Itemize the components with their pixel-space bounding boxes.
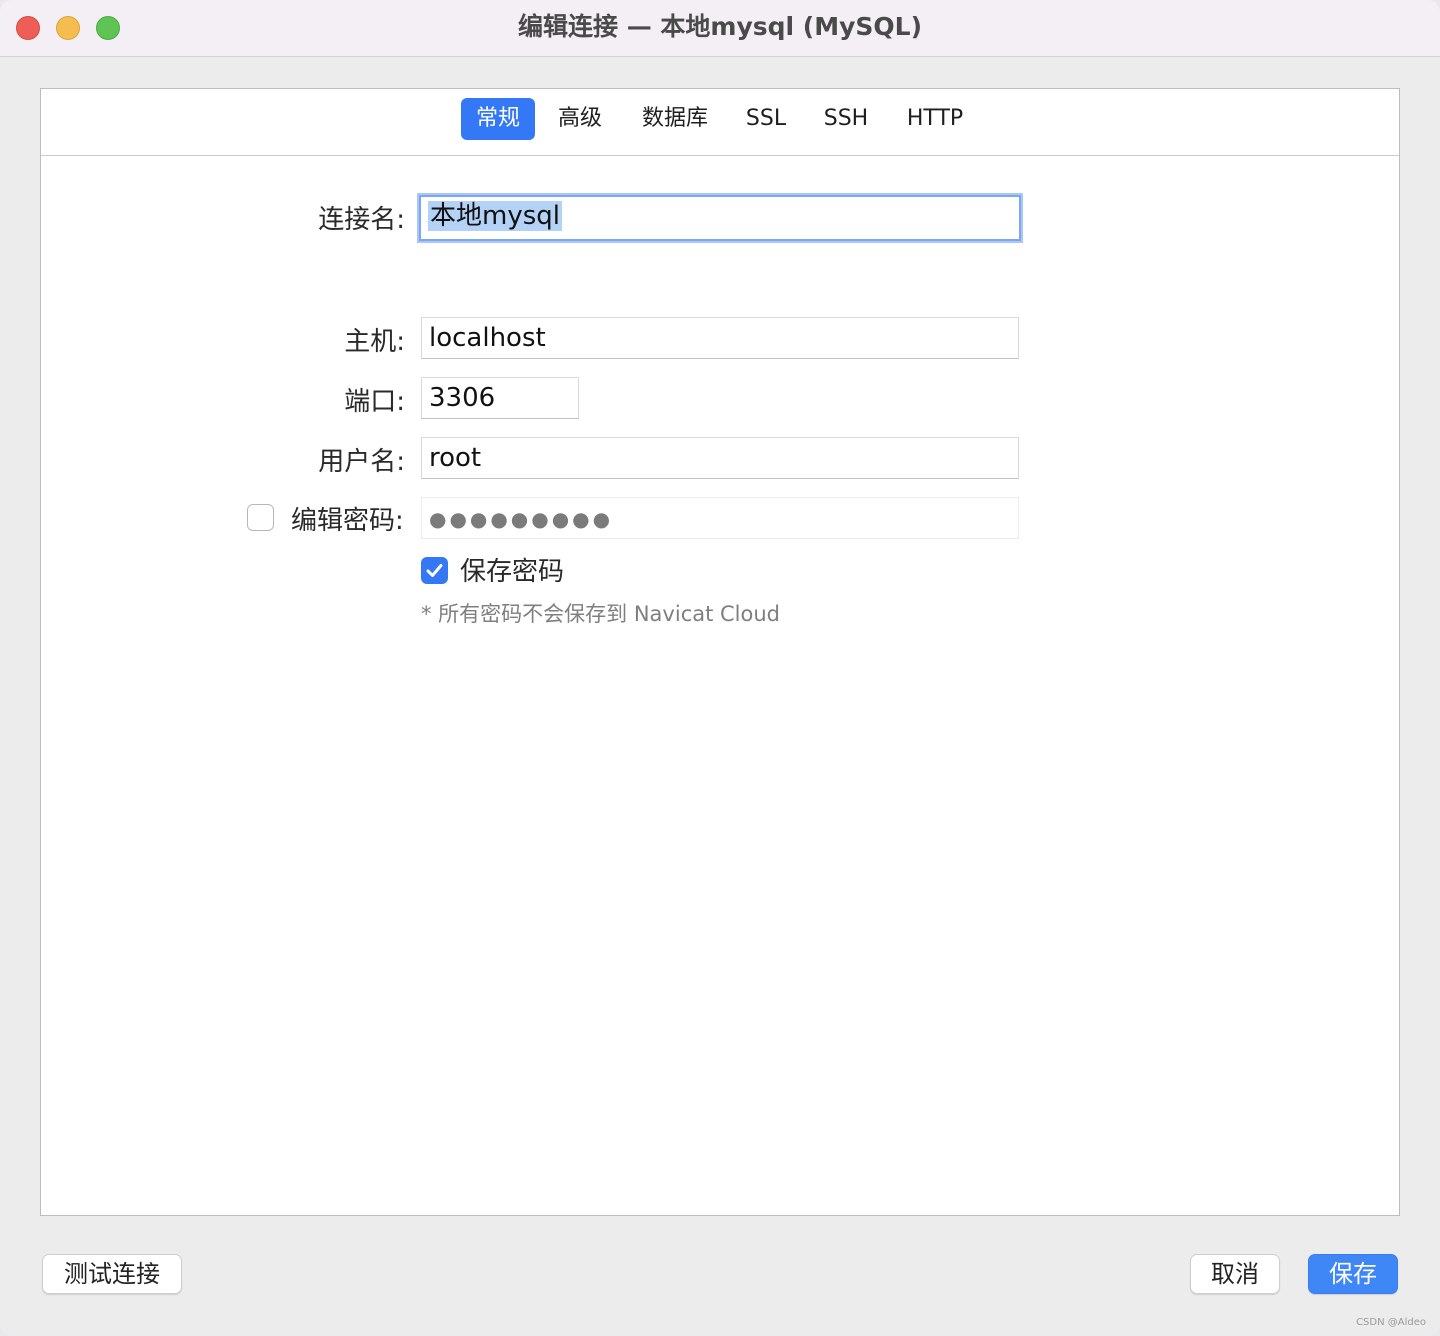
host-label: 主机: xyxy=(241,325,405,359)
save-password-label: 保存密码 xyxy=(460,555,564,589)
tab-database[interactable]: 数据库 xyxy=(629,98,721,140)
connection-name-label: 连接名: xyxy=(241,203,405,237)
test-connection-button[interactable]: 测试连接 xyxy=(42,1254,182,1294)
tab-bar: 常规 高级 数据库 SSL SSH HTTP xyxy=(41,89,1399,156)
host-input[interactable]: localhost xyxy=(421,317,1019,359)
edit-connection-window: 编辑连接 — 本地mysql (MySQL) 常规 高级 数据库 SSL SSH… xyxy=(0,0,1440,1336)
connection-name-value: 本地mysql xyxy=(428,201,562,231)
window-title: 编辑连接 — 本地mysql (MySQL) xyxy=(0,10,1440,44)
password-mask: ●●●●●●●●● xyxy=(429,507,613,531)
edit-password-checkbox[interactable] xyxy=(247,504,274,531)
tab-http[interactable]: HTTP xyxy=(893,98,977,140)
edit-password-label: 编辑密码: xyxy=(291,504,409,538)
password-input[interactable]: ●●●●●●●●● xyxy=(421,497,1019,539)
connection-name-input[interactable]: 本地mysql xyxy=(419,195,1021,241)
settings-panel: 常规 高级 数据库 SSL SSH HTTP 连接名: 本地mysql 主机: … xyxy=(40,88,1400,1216)
watermark: CSDN @Aldeo xyxy=(1356,1317,1426,1328)
port-input[interactable]: 3306 xyxy=(421,377,579,419)
cancel-button[interactable]: 取消 xyxy=(1190,1254,1280,1294)
save-button[interactable]: 保存 xyxy=(1308,1254,1398,1294)
port-label: 端口: xyxy=(241,385,405,419)
checkmark-icon xyxy=(424,560,445,581)
cloud-password-note: * 所有密码不会保存到 Navicat Cloud xyxy=(421,600,780,628)
username-input[interactable]: root xyxy=(421,437,1019,479)
tab-general[interactable]: 常规 xyxy=(461,98,535,140)
tab-ssl[interactable]: SSL xyxy=(733,98,799,140)
title-bar: 编辑连接 — 本地mysql (MySQL) xyxy=(0,0,1440,57)
tab-advanced[interactable]: 高级 xyxy=(543,98,617,140)
save-password-checkbox[interactable] xyxy=(421,557,448,584)
tab-ssh[interactable]: SSH xyxy=(811,98,881,140)
username-label: 用户名: xyxy=(241,445,405,479)
